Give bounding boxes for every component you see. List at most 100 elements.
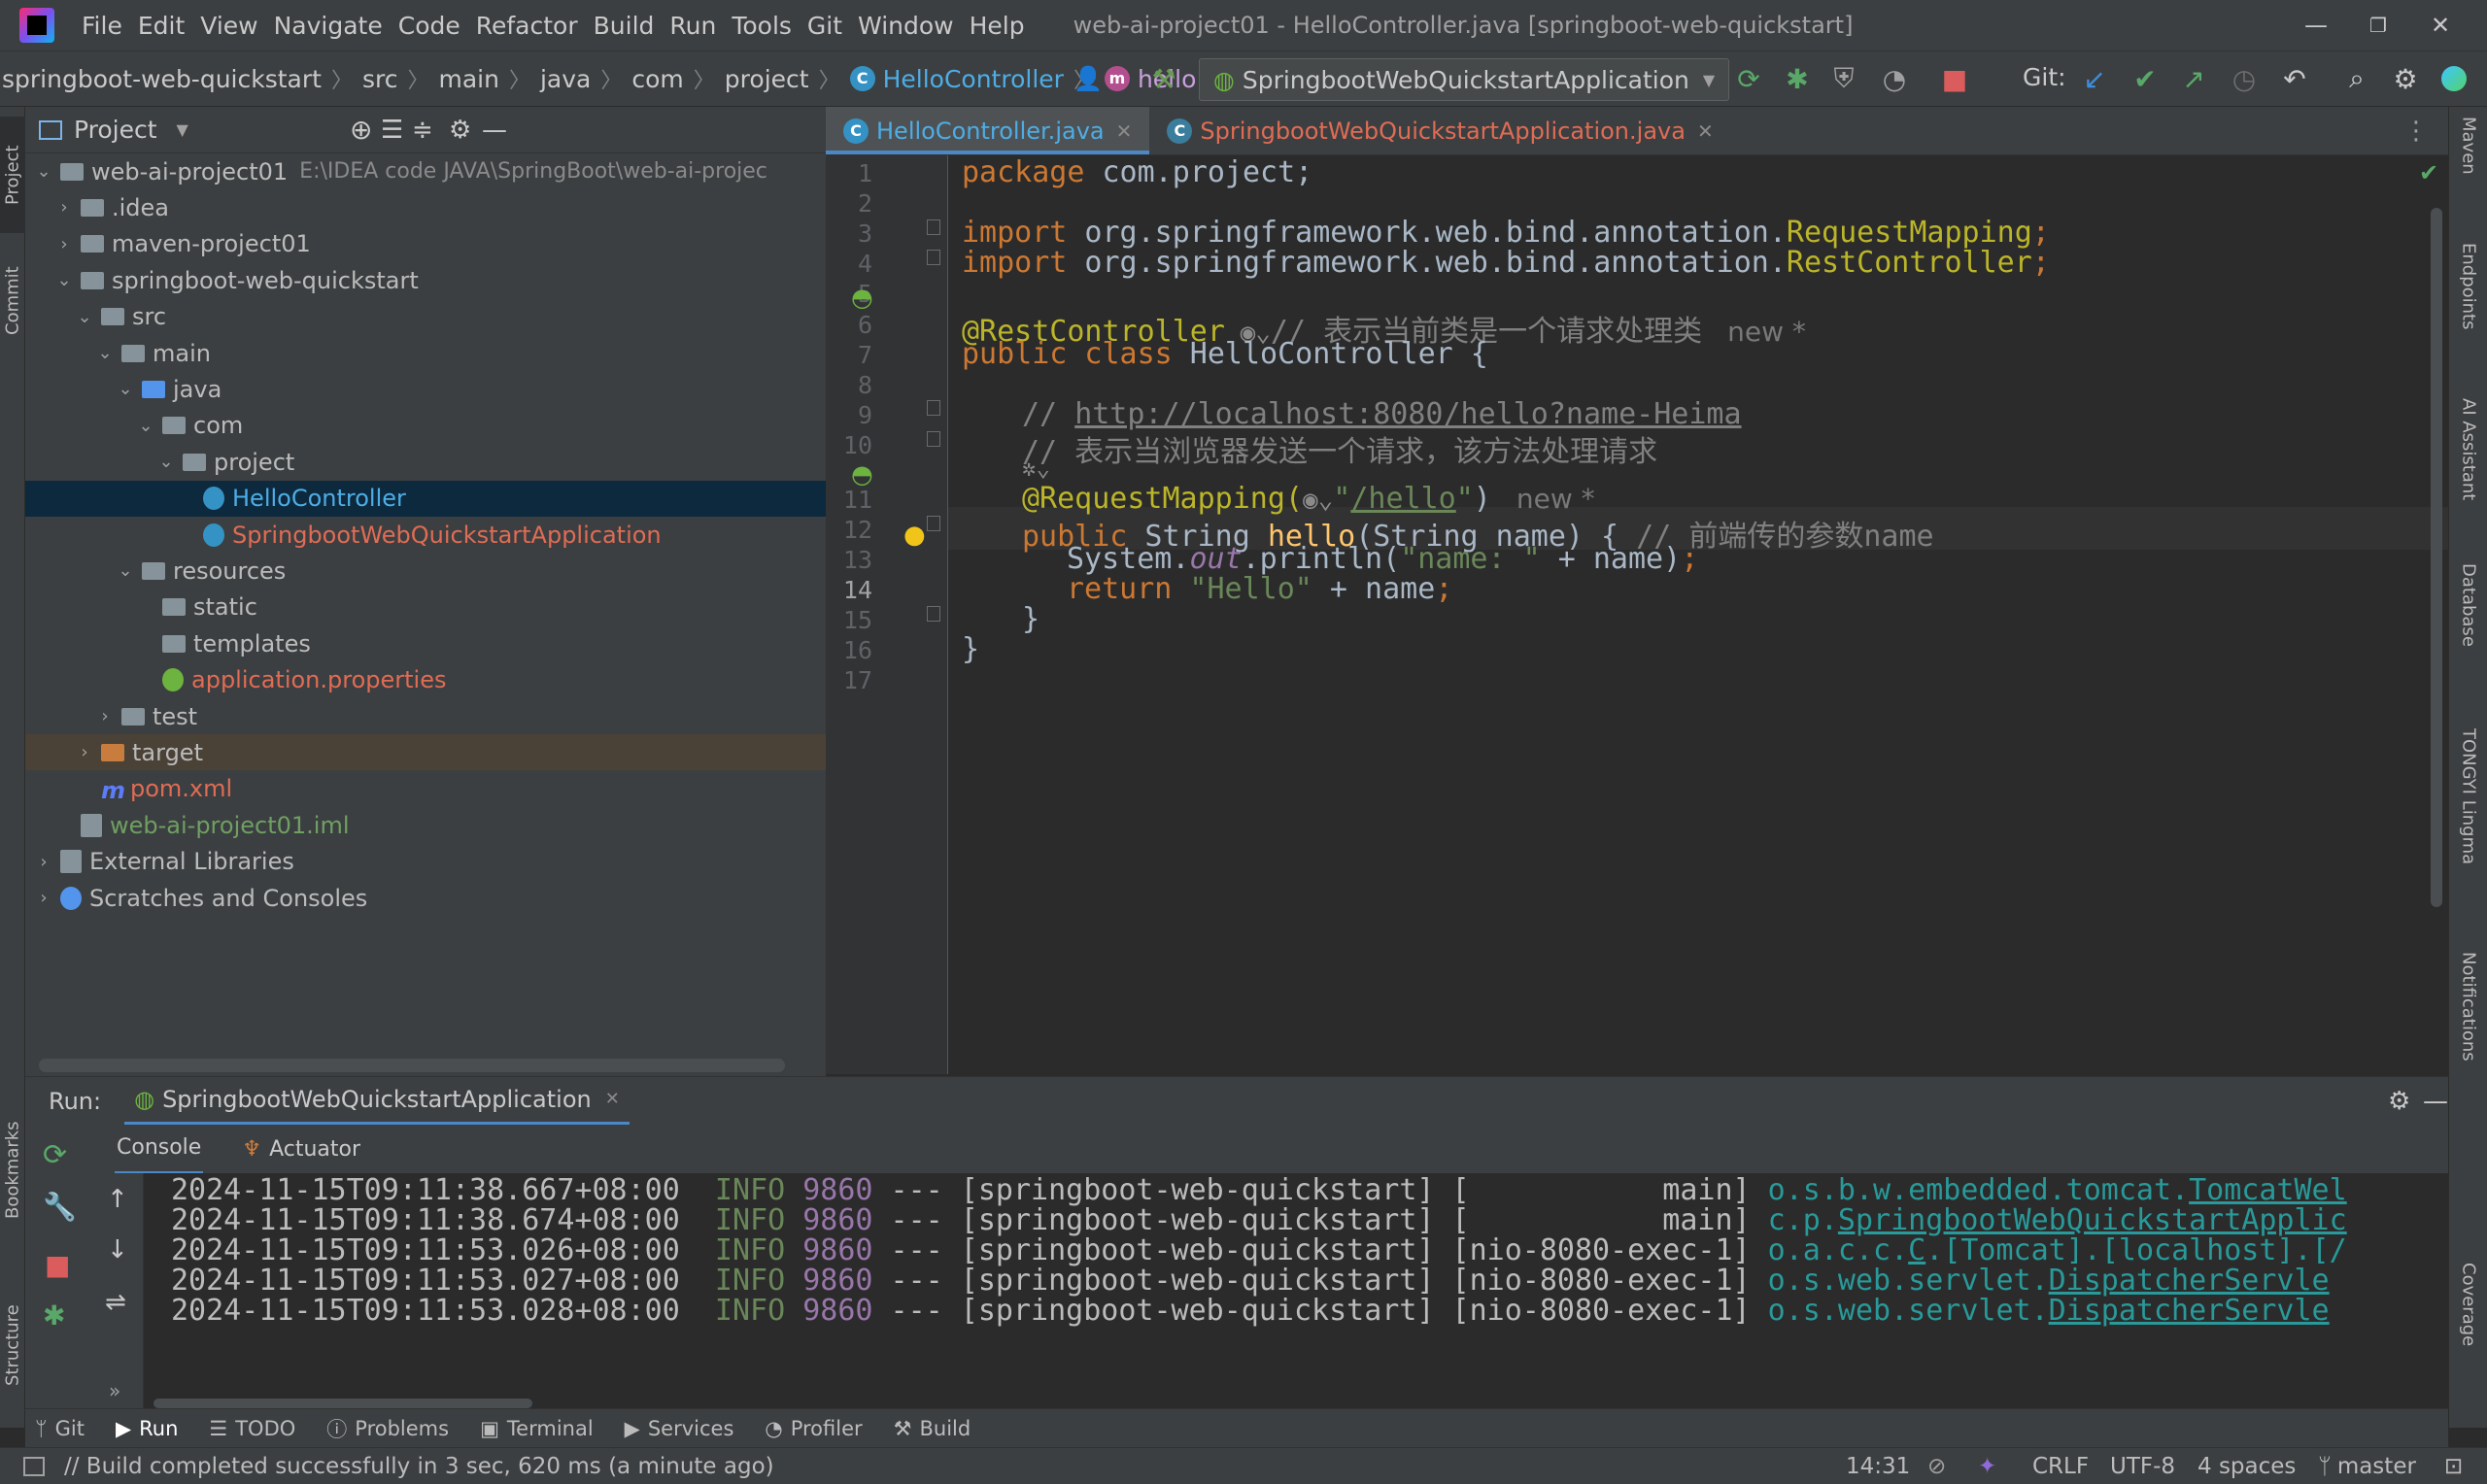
tree-item[interactable]: ⌄ java xyxy=(25,371,826,407)
tree-item[interactable]: static xyxy=(25,590,826,625)
bottom-tab-todo[interactable]: ☰ TODO xyxy=(209,1417,295,1440)
tool-tab-endpoints[interactable]: Endpoints xyxy=(2449,243,2487,359)
git-commit-button[interactable]: ✔ xyxy=(2124,57,2166,100)
close-tab-icon[interactable]: ✕ xyxy=(605,1089,620,1109)
chevron-down-icon[interactable]: ⌄ xyxy=(115,379,136,399)
caret-position[interactable]: 14:31 xyxy=(1846,1448,1910,1484)
locate-file-icon[interactable]: ⊕ xyxy=(350,114,372,146)
menu-build[interactable]: Build xyxy=(594,12,655,40)
line-number[interactable]: 11 xyxy=(830,486,872,514)
tree-item[interactable]: ⌄ main xyxy=(25,335,826,371)
debug-button[interactable]: ✱ xyxy=(1776,57,1819,100)
logger-link[interactable]: o.a.c.c.C.[Tomcat].[localhost].[/ xyxy=(1768,1233,2347,1267)
tree-item[interactable]: ⌄ web-ai-project01 E:\IDEA code JAVA\Sprin… xyxy=(25,153,826,189)
line-number[interactable]: 6 xyxy=(830,311,872,339)
tool-tab-tongyi[interactable]: TONGYI Lingma xyxy=(2449,728,2487,913)
tree-item[interactable]: ⌄ com xyxy=(25,408,826,444)
tool-tab-database[interactable]: Database xyxy=(2449,563,2487,690)
user-dropdown-button[interactable]: 👤 xyxy=(1067,57,1109,100)
tree-item[interactable]: SpringbootWebQuickstartApplication xyxy=(25,517,826,553)
run-config-tab[interactable]: ◍ SpringbootWebQuickstartApplication ✕ xyxy=(124,1077,630,1126)
git-history-button[interactable]: ◷ xyxy=(2223,57,2266,100)
git-rollback-button[interactable]: ↶ xyxy=(2273,57,2316,100)
project-view-title[interactable]: Project xyxy=(74,116,157,144)
menu-navigate[interactable]: Navigate xyxy=(274,12,383,40)
close-tab-icon[interactable]: ✕ xyxy=(1116,119,1133,143)
wrench-icon[interactable]: 🔧 xyxy=(43,1191,77,1223)
logger-link[interactable]: o.s.b.w.embedded.tomcat.TomcatWel xyxy=(1768,1173,2347,1207)
bottom-tab-terminal[interactable]: ▣ Terminal xyxy=(480,1417,594,1440)
chevron-down-icon[interactable]: ⌄ xyxy=(135,416,156,436)
ai-action-icon[interactable]: ✲⌄ xyxy=(1022,455,1050,482)
menu-code[interactable]: Code xyxy=(398,12,460,40)
line-number[interactable]: 2 xyxy=(830,189,872,218)
tree-item[interactable]: ⌄ src xyxy=(25,299,826,335)
ai-assistant-button[interactable] xyxy=(2433,57,2475,100)
tree-item[interactable]: › test xyxy=(25,698,826,734)
tree-item[interactable]: › .idea xyxy=(25,189,826,225)
rerun-icon[interactable]: ⟳ xyxy=(43,1138,67,1172)
indent-setting[interactable]: 4 spaces xyxy=(2197,1448,2296,1484)
line-number[interactable]: 1 xyxy=(830,159,872,187)
line-number[interactable]: 17 xyxy=(830,666,872,694)
tree-item[interactable]: › target xyxy=(25,734,826,771)
expand-all-icon[interactable]: ☰ xyxy=(381,116,403,145)
tool-tab-bookmarks[interactable]: Bookmarks xyxy=(0,1097,25,1243)
chevron-right-icon[interactable]: › xyxy=(33,852,54,872)
menu-tools[interactable]: Tools xyxy=(732,12,792,40)
line-number[interactable]: 4 xyxy=(830,250,872,278)
tab-actuator[interactable]: Actuator xyxy=(269,1137,360,1162)
soft-wrap-icon[interactable]: ⇌ xyxy=(105,1288,126,1317)
lock-icon[interactable]: ⊡ xyxy=(2444,1448,2463,1484)
bottom-tab-git[interactable]: ᛘ Git xyxy=(35,1417,85,1440)
tool-tab-notifications[interactable]: Notifications xyxy=(2449,952,2487,1107)
chevron-right-icon[interactable]: › xyxy=(53,197,75,218)
chevron-right-icon[interactable]: › xyxy=(74,742,95,762)
tree-item[interactable]: › maven-project01 xyxy=(25,226,826,262)
git-branch-widget[interactable]: ᛘ master xyxy=(2318,1448,2416,1484)
tree-item[interactable]: › External Libraries xyxy=(25,844,826,880)
tool-tab-structure[interactable]: Structure xyxy=(0,1272,25,1418)
fold-marker-icon[interactable] xyxy=(927,606,940,622)
run-config-select[interactable]: ◍ SpringbootWebQuickstartApplication ▼ xyxy=(1199,58,1730,101)
chevron-right-icon[interactable]: › xyxy=(53,234,75,254)
stop-icon[interactable]: ■ xyxy=(45,1249,70,1281)
console-output[interactable]: 2024-11-15T09:11:38.667+08:00 INFO 9860 … xyxy=(144,1173,2448,1428)
tree-item[interactable]: HelloController xyxy=(25,480,826,517)
breadcrumb-module[interactable]: springboot-web-quickstart xyxy=(2,65,322,93)
bottom-tab-run[interactable]: ▶ Run xyxy=(116,1417,178,1440)
tree-item[interactable]: ⌄ resources xyxy=(25,553,826,589)
fold-marker-icon[interactable] xyxy=(927,431,940,447)
git-update-button[interactable]: ↙ xyxy=(2073,57,2116,100)
project-horizontal-scrollbar[interactable] xyxy=(39,1059,785,1072)
bottom-tab-profiler[interactable]: ◔ Profiler xyxy=(765,1417,862,1440)
gear-icon[interactable]: ⚙ xyxy=(449,116,471,145)
hide-panel-icon[interactable]: — xyxy=(482,116,507,145)
chevron-down-icon[interactable]: ▼ xyxy=(177,120,188,139)
tree-item[interactable]: templates xyxy=(25,625,826,661)
menu-run[interactable]: Run xyxy=(669,12,716,40)
fold-marker-icon[interactable] xyxy=(927,250,940,265)
bottom-tab-problems[interactable]: ⓘ Problems xyxy=(326,1414,449,1443)
breadcrumb-project[interactable]: project xyxy=(725,65,809,93)
coverage-button[interactable]: ⛨ xyxy=(1823,57,1865,100)
menu-view[interactable]: View xyxy=(200,12,257,40)
tree-item[interactable]: ⌄ springboot-web-quickstart xyxy=(25,262,826,298)
search-everywhere-button[interactable]: ⌕ xyxy=(2335,57,2378,100)
spring-bean-icon[interactable]: ◓ xyxy=(851,284,873,313)
lightbulb-icon[interactable]: ● xyxy=(903,521,926,550)
breadcrumb-com[interactable]: com xyxy=(631,65,683,93)
chevron-down-icon[interactable]: ⌄ xyxy=(155,452,177,472)
logger-link[interactable]: c.p.SpringbootWebQuickstartApplic xyxy=(1768,1203,2347,1237)
tool-tab-maven[interactable]: Maven xyxy=(2449,117,2487,223)
bottom-tab-services[interactable]: ▶ Services xyxy=(625,1417,734,1440)
menu-file[interactable]: File xyxy=(82,12,122,40)
tab-hello-controller[interactable]: C HelloController.java ✕ xyxy=(826,107,1150,154)
tree-item[interactable]: › Scratches and Consoles xyxy=(25,880,826,916)
line-number[interactable]: 9 xyxy=(830,401,872,429)
debug-icon[interactable]: ✱ xyxy=(43,1299,65,1332)
tool-tab-ai-assistant[interactable]: AI Assistant xyxy=(2449,398,2487,534)
more-tabs-icon[interactable]: ⋮ xyxy=(2403,117,2429,146)
menu-git[interactable]: Git xyxy=(807,12,842,40)
minimize-button[interactable]: — xyxy=(2285,0,2347,51)
